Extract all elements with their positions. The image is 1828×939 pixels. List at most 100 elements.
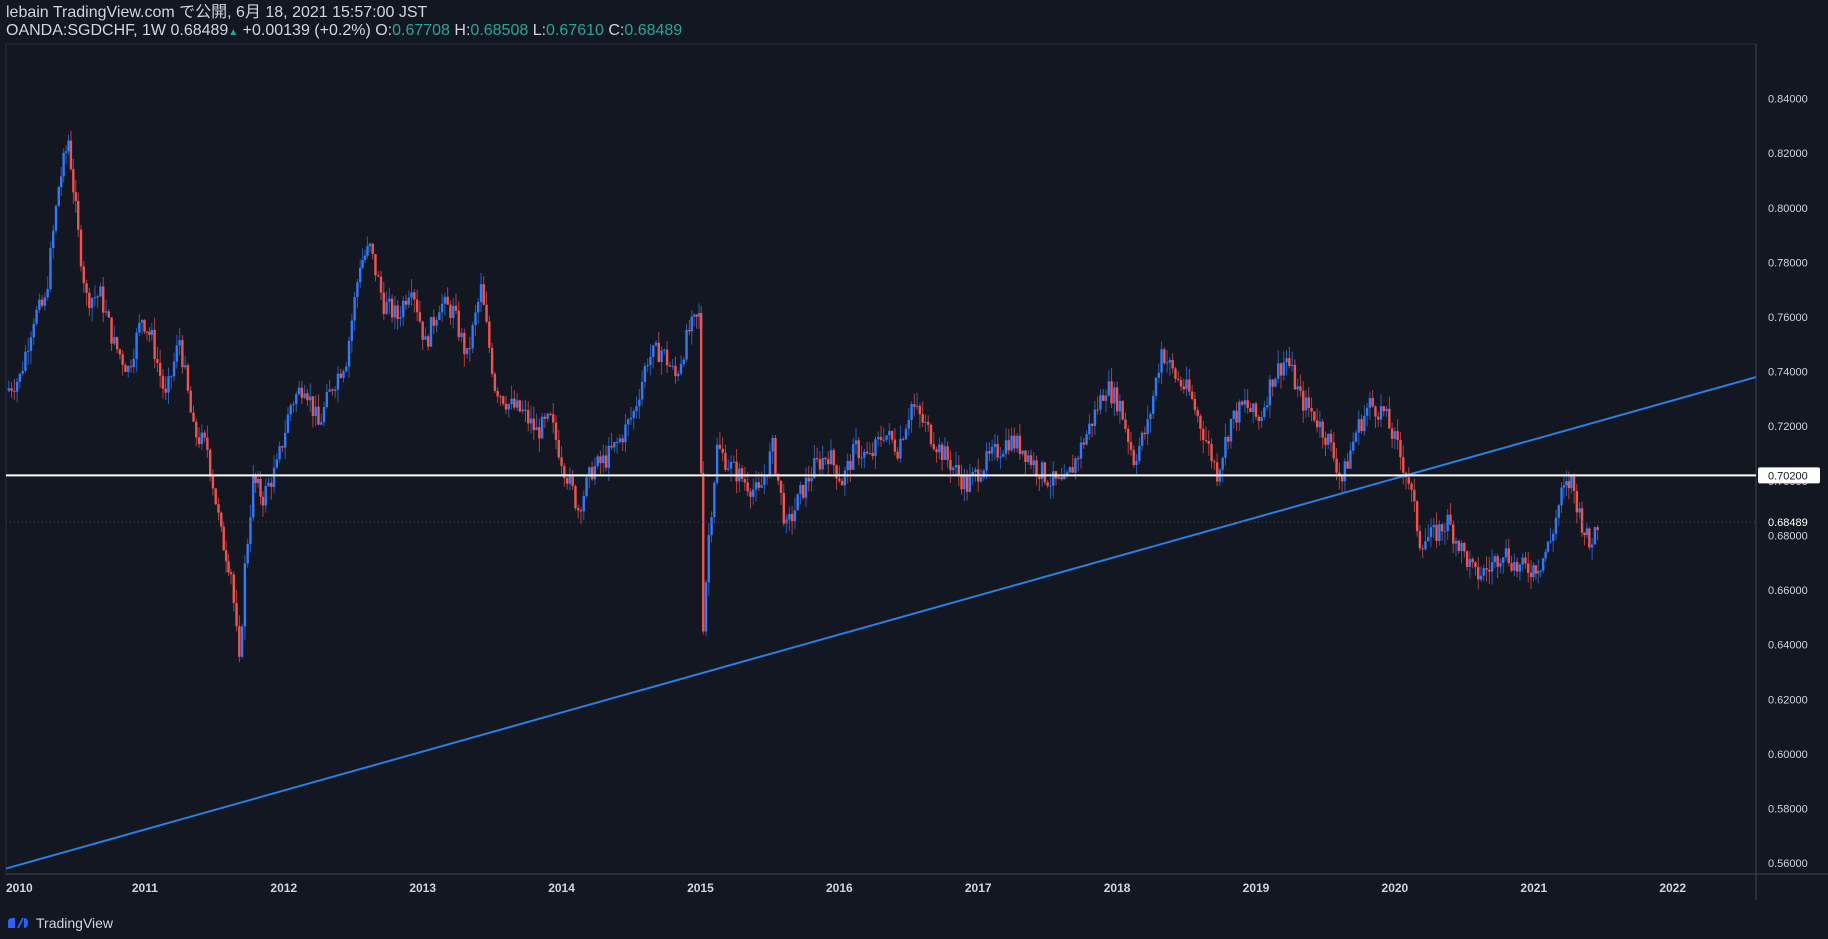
candle-body [1446, 514, 1449, 532]
candle-body [246, 543, 249, 564]
candle-body [692, 314, 696, 317]
candle-body [952, 467, 955, 471]
candle-body [1263, 407, 1266, 417]
price-chart[interactable]: 0.84000 0.82000 0.80000 0.78000 0.76000 0.740… [0, 0, 1828, 939]
candle-body [482, 284, 485, 305]
candle-body [1524, 557, 1527, 564]
candle-body [342, 371, 345, 378]
candle-body [729, 462, 733, 469]
candle-body [1315, 420, 1319, 428]
candle-body [328, 389, 331, 392]
candle-body [571, 474, 574, 487]
candle-body [1204, 440, 1208, 442]
footer-brand[interactable]: TradingView [36, 915, 113, 931]
candle-body [1096, 409, 1099, 411]
candle-body [610, 445, 613, 448]
candle-body [1182, 386, 1185, 390]
candle-body [763, 476, 766, 486]
candle-body [1313, 411, 1316, 421]
candle-body [145, 331, 149, 333]
candle-body [1104, 395, 1108, 401]
candle-body [1554, 517, 1558, 534]
candle-body [64, 151, 68, 153]
candle-body [220, 512, 223, 527]
candle-body [358, 267, 362, 283]
candle-body [249, 517, 252, 544]
candle-body [317, 406, 320, 425]
candle-body [910, 404, 913, 420]
candle-body [153, 329, 156, 360]
candle-body [1385, 408, 1388, 412]
candle-body [385, 301, 388, 314]
candle-body [24, 351, 27, 371]
candle-body [990, 446, 994, 454]
candle-body [1257, 416, 1260, 422]
candle-body [227, 561, 230, 573]
candle-body [124, 364, 127, 372]
candle-body [1140, 432, 1144, 446]
candle-body [1549, 540, 1552, 542]
candle-body [679, 363, 683, 374]
candle-body [404, 300, 408, 305]
candle-body [1593, 527, 1597, 545]
candle-body [1221, 457, 1224, 470]
candle-body [18, 373, 22, 382]
candle-body [1004, 440, 1008, 454]
candle-body [477, 302, 480, 313]
candle-body [1443, 531, 1447, 533]
candle-body [1560, 487, 1563, 506]
candle-body [1093, 409, 1097, 426]
candle-body [915, 405, 919, 407]
candle-body [1515, 562, 1519, 572]
candle-body [1165, 362, 1169, 364]
candle-body [1346, 461, 1349, 469]
candle-body [1121, 400, 1124, 420]
candle-body [1199, 415, 1202, 429]
candle-body [206, 437, 209, 450]
candle-body [593, 466, 597, 480]
candle-body [1018, 435, 1022, 455]
candle-body [796, 493, 799, 511]
candle-body [1029, 455, 1033, 466]
candle-body [1513, 562, 1516, 571]
candle-body [1557, 505, 1560, 518]
y-tick-label: 0.68000 [1768, 530, 1808, 542]
candle-body [1365, 407, 1369, 416]
candle-body [85, 283, 88, 293]
candle-body [1435, 524, 1438, 541]
candle-body [1196, 410, 1199, 416]
price-axis[interactable]: 0.84000 0.82000 0.80000 0.78000 0.76000 0.740… [1758, 94, 1820, 870]
candle-body [140, 320, 144, 323]
candle-body [1090, 423, 1094, 426]
candle-body [615, 441, 619, 443]
candle-body [468, 348, 472, 350]
candle-body [1529, 572, 1533, 578]
candle-body [113, 337, 116, 344]
x-tick-label: 2021 [1520, 881, 1547, 895]
candle-body [554, 422, 558, 440]
candle-body [1499, 562, 1502, 567]
x-tick-label: 2012 [270, 881, 297, 895]
candle-body [1572, 475, 1576, 491]
candle-body [377, 275, 380, 277]
candle-body [927, 421, 930, 425]
candle-body [1288, 358, 1291, 366]
candle-body [699, 313, 703, 474]
candle-body [1027, 455, 1030, 463]
candle-body [607, 445, 610, 468]
candle-body [577, 508, 580, 511]
candle-body [1399, 440, 1402, 458]
candle-body [590, 467, 594, 480]
candle-body [824, 457, 827, 460]
candle-body [195, 421, 198, 438]
candle-body [1474, 562, 1477, 568]
y-tick-label: 0.76000 [1768, 312, 1808, 324]
candle-body [493, 373, 497, 391]
candle-body [396, 305, 399, 319]
candle-body [924, 421, 927, 423]
candle-body [1265, 405, 1269, 408]
time-axis[interactable]: 2010 2011 2012 2013 2014 2015 2016 2017 2018 2019… [6, 881, 1686, 895]
candle-body [668, 365, 672, 367]
candle-body [499, 396, 502, 398]
x-tick-label: 2013 [409, 881, 436, 895]
